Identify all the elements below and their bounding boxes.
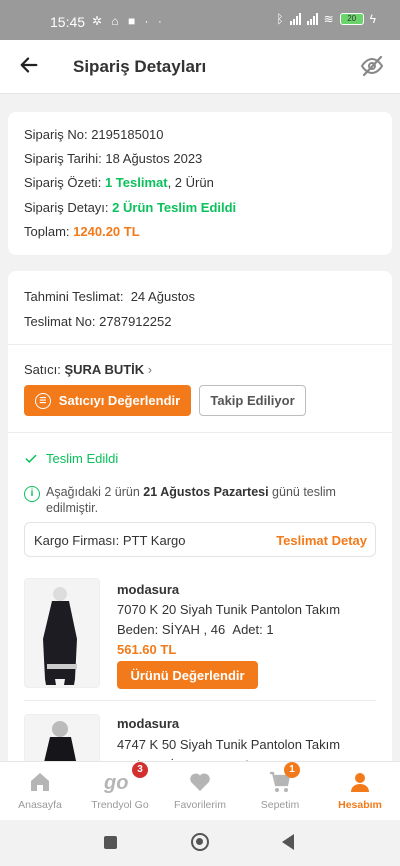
- store-icon: ☰: [34, 392, 51, 409]
- heart-icon: [190, 773, 210, 791]
- back-arrow-icon[interactable]: [18, 54, 40, 76]
- product-name: 4747 K 50 Siyah Tunik Pantolon Takım: [117, 737, 341, 752]
- tab-home[interactable]: Anasayfa: [0, 762, 80, 821]
- following-button[interactable]: Takip Ediliyor: [199, 385, 306, 416]
- chevron-right-icon: ›: [147, 362, 153, 377]
- bottom-tab-bar: Anasayfa go 3 Trendyol Go Favorilerim 1 …: [0, 761, 400, 820]
- product-item[interactable]: modasura 7070 K 20 Siyah Tunik Pantolon …: [24, 576, 376, 696]
- svg-text:go: go: [103, 772, 128, 794]
- check-icon: [25, 454, 37, 463]
- divider: [8, 344, 392, 345]
- home-icon: [31, 773, 49, 791]
- tab-favorites[interactable]: Favorilerim: [160, 762, 240, 821]
- app-bar: Sipariş Detayları: [0, 40, 400, 94]
- charging-icon: ϟ: [369, 12, 376, 26]
- rate-seller-button[interactable]: ☰ Satıcıyı Değerlendir: [24, 385, 191, 416]
- seller-link[interactable]: Satıcı: ŞURA BUTİK ›: [24, 362, 152, 377]
- go-icon: go: [103, 772, 128, 794]
- cart-badge: 1: [284, 762, 300, 778]
- product-brand: modasura: [117, 582, 180, 597]
- order-total-row: Toplam: 1240.20 TL: [24, 224, 140, 239]
- product-variant: Beden: SİYAH , 46 Adet: 1: [117, 622, 274, 637]
- divider: [8, 432, 392, 433]
- battery-icon: 20: [339, 13, 364, 25]
- cargo-company: Kargo Firması: PTT Kargo: [34, 533, 186, 548]
- delivery-info: i Aşağıdaki 2 ürün 21 Ağustos Pazartesi …: [24, 484, 374, 516]
- tab-cart[interactable]: 1 Sepetim: [240, 762, 320, 821]
- home-button-icon[interactable]: [191, 833, 209, 851]
- estimate-row: Tahmini Teslimat: 24 Ağustos: [24, 289, 196, 304]
- cargo-box: Kargo Firması: PTT Kargo Teslimat Detay: [24, 522, 376, 557]
- system-nav-bar: [0, 820, 400, 866]
- shipment-card: Tahmini Teslimat: 24 Ağustos Teslimat No…: [8, 271, 392, 771]
- product-price: 561.60 TL: [117, 642, 177, 657]
- tab-account[interactable]: Hesabım: [320, 762, 400, 821]
- system-icons: ᛒ ≋ 20 ϟ: [276, 12, 376, 26]
- divider: [24, 700, 376, 701]
- signal-icon-2: [306, 13, 318, 25]
- status-bar: 15:45 ✲ ⌂ ■ · · ᛒ ≋ 20 ϟ: [0, 0, 400, 40]
- notification-icons: ✲ ⌂ ■ · ·: [92, 14, 165, 28]
- wifi-icon: ≋: [323, 12, 334, 26]
- bluetooth-icon: ᛒ: [276, 12, 284, 26]
- order-detail-row: Sipariş Detayı: 2 Ürün Teslim Edildi: [24, 200, 237, 215]
- delivery-detail-link[interactable]: Teslimat Detay: [276, 533, 367, 548]
- user-icon: [351, 773, 369, 792]
- tab-trendyol-go[interactable]: go 3 Trendyol Go: [80, 762, 160, 821]
- back-triangle-icon[interactable]: [282, 834, 294, 850]
- order-date-row: Sipariş Tarihi: 18 Ağustos 2023: [24, 151, 203, 166]
- delivery-status: Teslim Edildi: [24, 451, 118, 466]
- hide-eye-icon[interactable]: [360, 54, 384, 78]
- status-time: 15:45: [50, 14, 86, 30]
- product-image[interactable]: [24, 578, 100, 688]
- order-summary-card: Sipariş No: 2195185010 Sipariş Tarihi: 1…: [8, 112, 392, 255]
- product-name: 7070 K 20 Siyah Tunik Pantolon Takım: [117, 602, 341, 617]
- signal-icon: [289, 13, 301, 25]
- order-no-row: Sipariş No: 2195185010: [24, 127, 164, 142]
- order-summary-row: Sipariş Özeti: 1 Teslimat, 2 Ürün: [24, 175, 214, 190]
- recent-apps-icon[interactable]: [104, 836, 117, 849]
- page-title: Sipariş Detayları: [73, 57, 207, 76]
- info-icon: i: [24, 486, 40, 502]
- rate-product-button[interactable]: Ürünü Değerlendir: [117, 661, 258, 689]
- go-badge: 3: [132, 762, 148, 778]
- product-brand: modasura: [117, 716, 180, 731]
- delivery-no-row: Teslimat No: 2787912252: [24, 314, 172, 329]
